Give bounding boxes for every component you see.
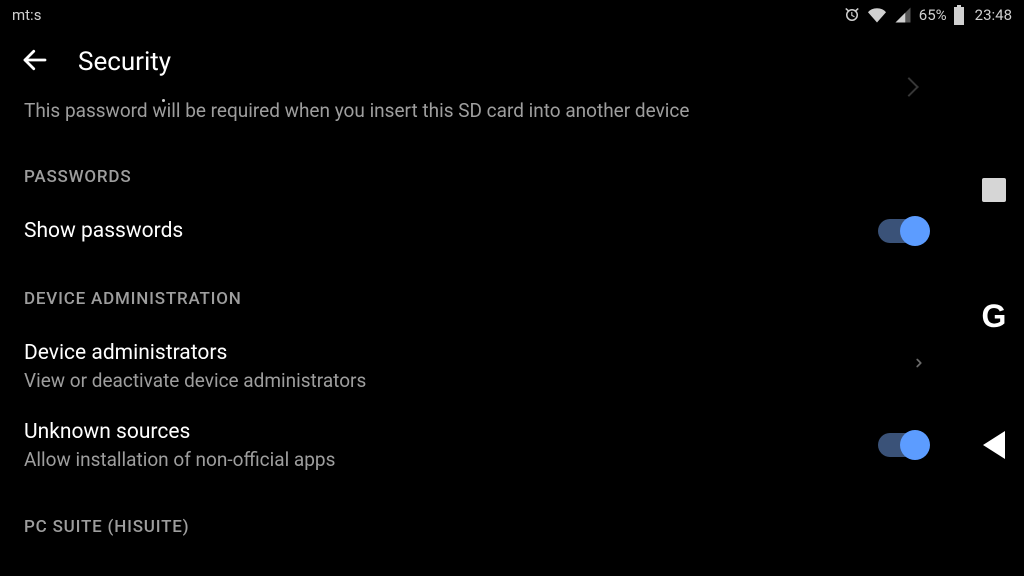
carrier-label: mt:s <box>12 6 41 24</box>
recents-button[interactable] <box>982 178 1006 202</box>
status-bar: mt:s 65% 23:48 <box>0 0 1024 30</box>
list-item-title: Device administrators <box>24 341 366 365</box>
back-button[interactable] <box>20 45 50 79</box>
page-title: Security <box>78 47 171 77</box>
chevron-right-icon <box>912 351 926 381</box>
show-passwords-item[interactable]: Show passwords <box>24 205 926 257</box>
unknown-sources-item[interactable]: Unknown sources Allow installation of no… <box>24 406 926 485</box>
battery-icon <box>953 5 965 25</box>
navigation-bar: G <box>964 0 1024 576</box>
section-header-device-admin: DEVICE ADMINISTRATION <box>24 257 926 327</box>
list-item-subtitle: Allow installation of non-official apps <box>24 448 335 471</box>
device-administrators-item[interactable]: Device administrators View or deactivate… <box>24 327 926 406</box>
battery-percent: 65% <box>919 6 947 24</box>
signal-icon <box>893 6 913 24</box>
section-header-pc-suite: PC SUITE (HISUITE) <box>24 485 926 555</box>
app-bar: Security <box>0 30 1024 94</box>
show-passwords-toggle[interactable] <box>878 219 926 243</box>
alarm-icon <box>843 6 861 24</box>
settings-list: This password will be required when you … <box>0 98 950 555</box>
list-item-subtitle: View or deactivate device administrators <box>24 369 366 392</box>
wifi-icon <box>867 6 887 24</box>
list-item-title: Show passwords <box>24 219 183 243</box>
section-header-passwords: PASSWORDS <box>24 135 926 205</box>
list-item-subtitle: This password will be required when you … <box>24 99 689 122</box>
sd-card-password-item[interactable]: This password will be required when you … <box>24 98 926 125</box>
back-nav-button[interactable] <box>983 431 1005 459</box>
list-item-title: Unknown sources <box>24 420 335 444</box>
unknown-sources-toggle[interactable] <box>878 433 926 457</box>
home-button[interactable]: G <box>982 298 1007 335</box>
